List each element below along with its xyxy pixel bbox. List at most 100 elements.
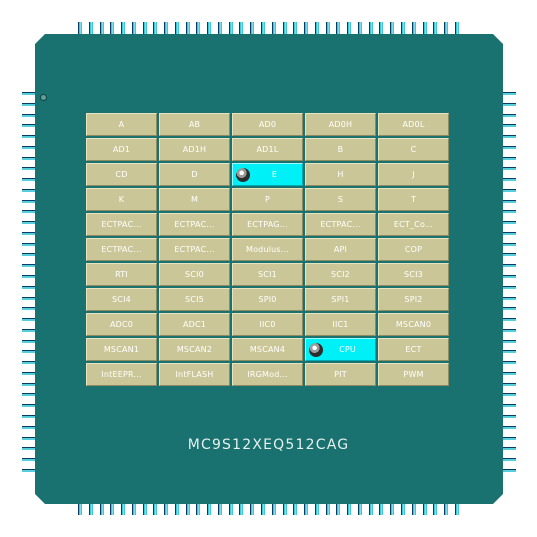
module-adc0[interactable]: ADC0 [86, 313, 157, 336]
pin [503, 199, 516, 203]
module-label: AD1L [256, 145, 279, 154]
pin [22, 328, 35, 332]
module-ect-co[interactable]: ECT_Co... [378, 213, 449, 236]
module-mscan1[interactable]: MSCAN1 [86, 338, 157, 361]
module-iic1[interactable]: IIC1 [305, 313, 376, 336]
bottom-pin-row [78, 503, 459, 515]
module-ad1[interactable]: AD1 [86, 138, 157, 161]
pin [336, 503, 341, 515]
module-label: PIT [334, 370, 347, 379]
pin [433, 503, 438, 515]
module-h[interactable]: H [305, 163, 376, 186]
module-pit[interactable]: PIT [305, 363, 376, 386]
module-label: ECTPAC... [101, 220, 142, 229]
module-label: MSCAN1 [103, 345, 140, 354]
module-spi2[interactable]: SPI2 [378, 288, 449, 311]
module-modulus[interactable]: Modulus... [232, 238, 303, 261]
module-ectpac[interactable]: ECTPAC... [305, 213, 376, 236]
pin [503, 145, 516, 149]
module-iic0[interactable]: IIC0 [232, 313, 303, 336]
module-label: M [190, 195, 199, 204]
module-label: IntFLASH [175, 370, 214, 379]
module-irgmod[interactable]: IRGMod... [232, 363, 303, 386]
pin [503, 275, 516, 279]
module-c[interactable]: C [378, 138, 449, 161]
module-rti[interactable]: RTI [86, 263, 157, 286]
module-inteepr[interactable]: IntEEPR... [86, 363, 157, 386]
module-t[interactable]: T [378, 188, 449, 211]
module-k[interactable]: K [86, 188, 157, 211]
pin [503, 458, 516, 462]
pin [503, 307, 516, 311]
module-cd[interactable]: CD [86, 163, 157, 186]
pin [164, 503, 169, 515]
module-b[interactable]: B [305, 138, 376, 161]
module-pwm[interactable]: PWM [378, 363, 449, 386]
pin [22, 113, 35, 117]
module-ectpac[interactable]: ECTPAC... [86, 238, 157, 261]
module-p[interactable]: P [232, 188, 303, 211]
pin [503, 210, 516, 214]
module-label: ECT [405, 345, 422, 354]
pin [503, 221, 516, 225]
module-sci4[interactable]: SCI4 [86, 288, 157, 311]
module-spi1[interactable]: SPI1 [305, 288, 376, 311]
module-ectpag[interactable]: ECTPAG... [232, 213, 303, 236]
module-api[interactable]: API [305, 238, 376, 261]
module-ad0l[interactable]: AD0L [378, 113, 449, 136]
module-spi0[interactable]: SPI0 [232, 288, 303, 311]
module-ab[interactable]: AB [159, 113, 230, 136]
module-m[interactable]: M [159, 188, 230, 211]
module-mscan2[interactable]: MSCAN2 [159, 338, 230, 361]
module-cop[interactable]: COP [378, 238, 449, 261]
pin [314, 503, 319, 515]
module-d[interactable]: D [159, 163, 230, 186]
module-label: ECT_Co... [393, 220, 434, 229]
pin [347, 503, 352, 515]
pin [261, 22, 266, 34]
pin [22, 425, 35, 429]
pin [217, 22, 222, 34]
right-pin-row [503, 92, 516, 472]
module-label: J [412, 170, 415, 179]
pin [22, 339, 35, 343]
module-adc1[interactable]: ADC1 [159, 313, 230, 336]
module-a[interactable]: A [86, 113, 157, 136]
module-intflash[interactable]: IntFLASH [159, 363, 230, 386]
module-ectpac[interactable]: ECTPAC... [159, 213, 230, 236]
module-ad0h[interactable]: AD0H [305, 113, 376, 136]
module-mscan0[interactable]: MSCAN0 [378, 313, 449, 336]
pin [22, 371, 35, 375]
module-label: S [337, 195, 344, 204]
pin [503, 92, 516, 95]
pin [454, 22, 459, 34]
module-e[interactable]: E [232, 163, 303, 186]
pin [22, 145, 35, 149]
module-mscan4[interactable]: MSCAN4 [232, 338, 303, 361]
pin [411, 503, 416, 515]
module-sci5[interactable]: SCI5 [159, 288, 230, 311]
module-ect[interactable]: ECT [378, 338, 449, 361]
module-ad0[interactable]: AD0 [232, 113, 303, 136]
module-label: AD0H [328, 120, 353, 129]
module-ectpac[interactable]: ECTPAC... [86, 213, 157, 236]
module-sci2[interactable]: SCI2 [305, 263, 376, 286]
pin [22, 167, 35, 171]
module-ectpac[interactable]: ECTPAC... [159, 238, 230, 261]
pin [22, 156, 35, 160]
module-s[interactable]: S [305, 188, 376, 211]
module-j[interactable]: J [378, 163, 449, 186]
module-sci0[interactable]: SCI0 [159, 263, 230, 286]
module-sci3[interactable]: SCI3 [378, 263, 449, 286]
pin [503, 350, 516, 354]
module-label: IntEEPR... [101, 370, 142, 379]
module-ad1h[interactable]: AD1H [159, 138, 230, 161]
module-label: SCI1 [258, 270, 277, 279]
module-sci1[interactable]: SCI1 [232, 263, 303, 286]
module-cpu[interactable]: CPU [305, 338, 376, 361]
pin [503, 113, 516, 117]
pin [379, 22, 384, 34]
pin [110, 22, 115, 34]
module-status-icon [236, 168, 250, 182]
module-ad1l[interactable]: AD1L [232, 138, 303, 161]
